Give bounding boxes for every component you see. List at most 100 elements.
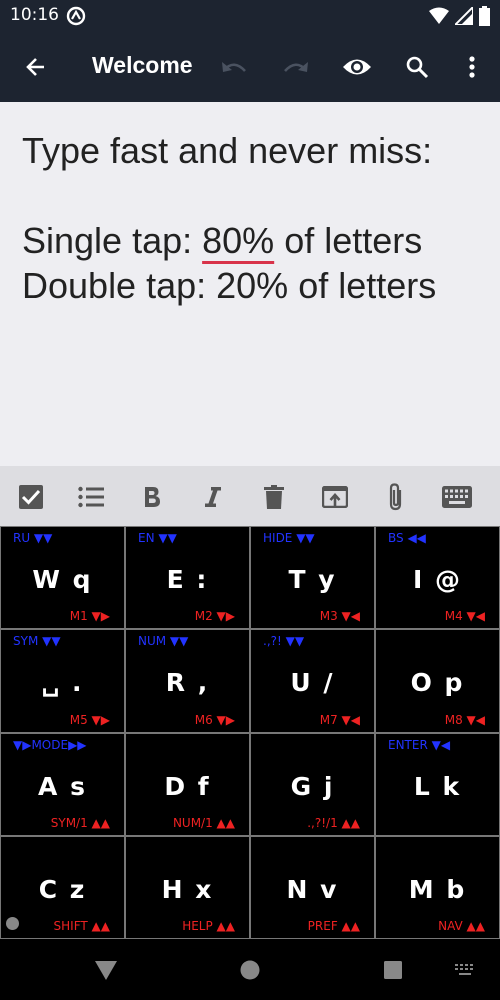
bold-icon xyxy=(145,487,160,507)
key-label: I @ xyxy=(412,565,462,594)
key-bottom-hint: M4 ▼◀ xyxy=(444,609,485,623)
attach-button[interactable] xyxy=(376,477,416,517)
key-label: D f xyxy=(164,772,211,801)
vpn-icon xyxy=(66,6,86,26)
share-button[interactable] xyxy=(315,477,355,517)
key-7[interactable]: .,?! ▼▼ U / M7 ▼◀ xyxy=(250,629,375,733)
key-11[interactable]: G j .,?!/1 ▲▲ xyxy=(250,733,375,836)
paperclip-icon xyxy=(389,483,402,511)
status-time: 10:16 xyxy=(10,5,59,25)
key-16[interactable]: M b NAV ▲▲ xyxy=(375,836,500,939)
key-15[interactable]: N v PREF ▲▲ xyxy=(250,836,375,939)
bullet-list-icon xyxy=(78,486,104,508)
italic-icon xyxy=(205,487,221,507)
key-bottom-hint: SYM/1 ▲▲ xyxy=(50,816,110,830)
note-editor[interactable]: Type fast and never miss: Single tap: 80… xyxy=(0,102,500,466)
key-10[interactable]: D f NUM/1 ▲▲ xyxy=(125,733,250,836)
key-bottom-hint: M8 ▼◀ xyxy=(444,713,485,727)
key-top-hint: .,?! ▼▼ xyxy=(263,634,305,648)
status-bar: 10:16 xyxy=(0,0,500,32)
open-in-browser-icon xyxy=(322,486,348,508)
keyboard-icon xyxy=(442,486,472,508)
key-top-hint: ▼▶MODE▶▶ xyxy=(13,738,87,752)
key-label: ␣ . xyxy=(41,668,84,697)
format-toolbar xyxy=(0,466,500,526)
undo-button[interactable] xyxy=(211,44,257,90)
key-top-hint: RU ▼▼ xyxy=(13,531,53,545)
status-icons xyxy=(429,6,490,26)
key-bottom-hint: SHIFT ▲▲ xyxy=(53,919,110,933)
key-bottom-hint: M6 ▼▶ xyxy=(194,713,235,727)
key-bottom-hint: M2 ▼▶ xyxy=(194,609,235,623)
bullet-list-button[interactable] xyxy=(71,477,111,517)
preview-button[interactable] xyxy=(334,44,380,90)
home-button[interactable] xyxy=(235,955,265,985)
key-label: A s xyxy=(38,772,87,801)
key-top-hint: NUM ▼▼ xyxy=(138,634,189,648)
arrow-back-icon xyxy=(26,58,44,76)
recents-button[interactable] xyxy=(378,955,408,985)
key-bottom-hint: NUM/1 ▲▲ xyxy=(172,816,235,830)
more-options-button[interactable] xyxy=(449,44,495,90)
key-label: U / xyxy=(290,668,335,697)
search-icon xyxy=(406,56,429,79)
key-3[interactable]: HIDE ▼▼ T y M3 ▼◀ xyxy=(250,526,375,629)
wifi-icon xyxy=(429,7,449,24)
battery-icon xyxy=(479,6,490,26)
search-button[interactable] xyxy=(394,44,440,90)
key-bottom-hint: .,?!/1 ▲▲ xyxy=(307,816,360,830)
delete-button[interactable] xyxy=(254,477,294,517)
editor-line-3-start: Single tap: xyxy=(22,220,203,261)
navigation-bar xyxy=(0,939,500,1000)
key-label: G j xyxy=(290,772,335,801)
eye-icon xyxy=(343,59,371,75)
key-top-hint: HIDE ▼▼ xyxy=(263,531,315,545)
key-6[interactable]: NUM ▼▼ R , M6 ▼▶ xyxy=(125,629,250,733)
key-12[interactable]: ENTER ▼◀ L k xyxy=(375,733,500,836)
key-label: H x xyxy=(161,875,214,904)
key-bottom-hint: HELP ▲▲ xyxy=(182,919,235,933)
key-label: O p xyxy=(410,668,465,697)
checkbox-button[interactable] xyxy=(11,477,51,517)
key-label: R , xyxy=(165,668,210,697)
redo-icon xyxy=(284,62,308,72)
key-label: C z xyxy=(38,875,87,904)
key-2[interactable]: EN ▼▼ E : M2 ▼▶ xyxy=(125,526,250,629)
key-label: N v xyxy=(286,875,339,904)
keyboard-switch-button[interactable] xyxy=(450,955,480,985)
circle-home-icon xyxy=(240,960,260,980)
back-button[interactable] xyxy=(13,44,59,90)
key-8[interactable]: O p M8 ▼◀ xyxy=(375,629,500,733)
key-bottom-hint: PREF ▲▲ xyxy=(307,919,360,933)
key-top-hint: EN ▼▼ xyxy=(138,531,177,545)
key-bottom-hint: M7 ▼◀ xyxy=(319,713,360,727)
key-top-hint: ENTER ▼◀ xyxy=(388,738,451,752)
key-9[interactable]: ▼▶MODE▶▶ A s SYM/1 ▲▲ xyxy=(0,733,125,836)
key-5[interactable]: SYM ▼▼ ␣ . M5 ▼▶ xyxy=(0,629,125,733)
key-14[interactable]: H x HELP ▲▲ xyxy=(125,836,250,939)
italic-button[interactable] xyxy=(193,477,233,517)
key-4[interactable]: BS ◀◀ I @ M4 ▼◀ xyxy=(375,526,500,629)
page-title: Welcome xyxy=(92,52,193,78)
editor-line-3: Single tap: 80% of letters xyxy=(22,218,500,263)
misspelled-word: 80% xyxy=(202,220,275,261)
key-1[interactable]: RU ▼▼ W q M1 ▼▶ xyxy=(0,526,125,629)
key-label: T y xyxy=(288,565,337,594)
keyboard-toggle-button[interactable] xyxy=(437,477,477,517)
key-label: M b xyxy=(408,875,467,904)
editor-line-3-end: of letters xyxy=(274,220,423,261)
editor-line-4: Double tap: 20% of letters xyxy=(22,265,437,306)
key-bottom-hint: NAV ▲▲ xyxy=(438,919,485,933)
key-bottom-hint: M3 ▼◀ xyxy=(319,609,360,623)
trash-icon xyxy=(264,485,284,509)
keyboard-switch-icon xyxy=(455,964,473,975)
checkbox-icon xyxy=(19,485,43,509)
key-top-hint: SYM ▼▼ xyxy=(13,634,61,648)
bold-button[interactable] xyxy=(132,477,172,517)
editor-blank-line xyxy=(22,173,500,218)
key-top-hint: BS ◀◀ xyxy=(388,531,426,545)
indicator-dot xyxy=(6,917,19,930)
redo-button[interactable] xyxy=(273,44,319,90)
back-nav-button[interactable] xyxy=(91,955,121,985)
key-label: E : xyxy=(166,565,209,594)
